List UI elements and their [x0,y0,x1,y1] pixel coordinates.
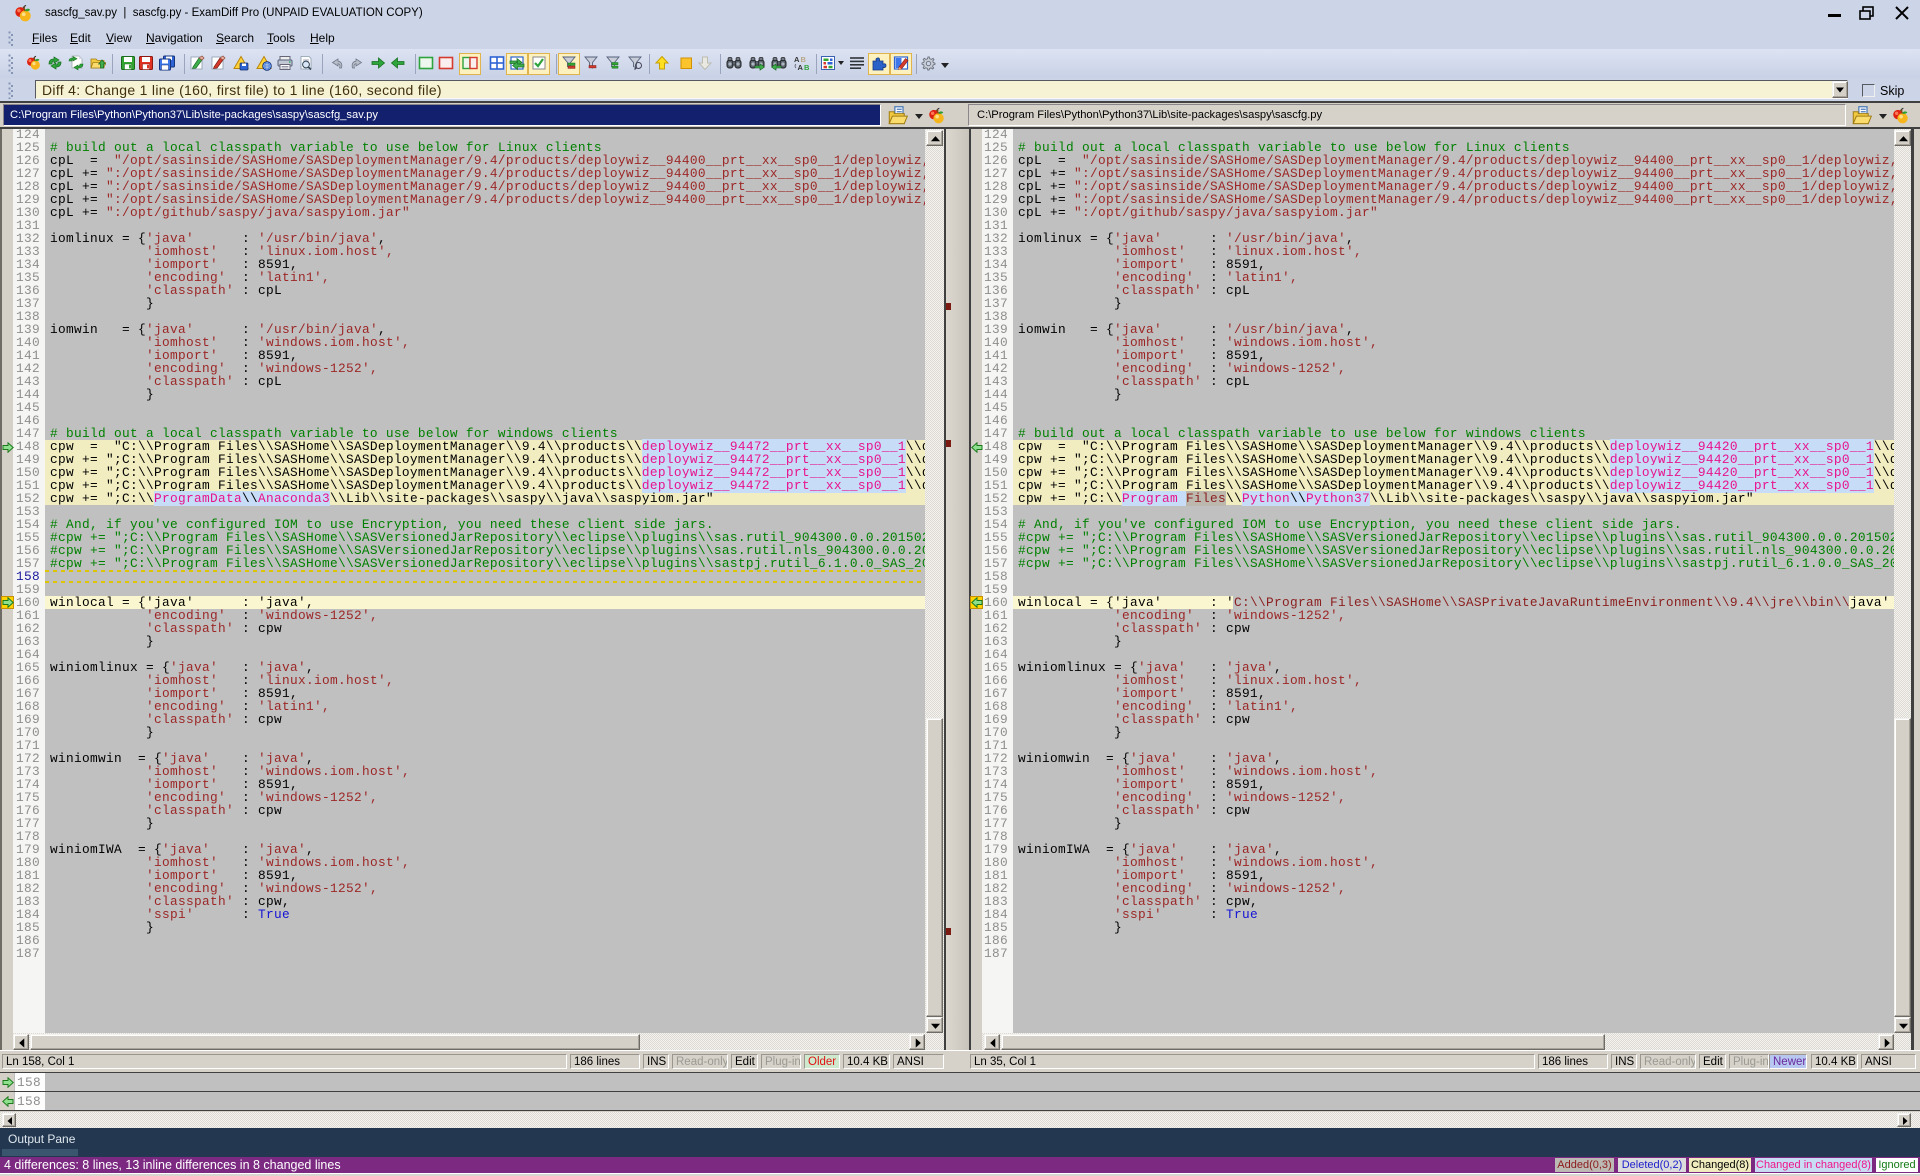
svg-text:A: A [798,63,804,71]
svg-text:B: B [804,63,809,71]
